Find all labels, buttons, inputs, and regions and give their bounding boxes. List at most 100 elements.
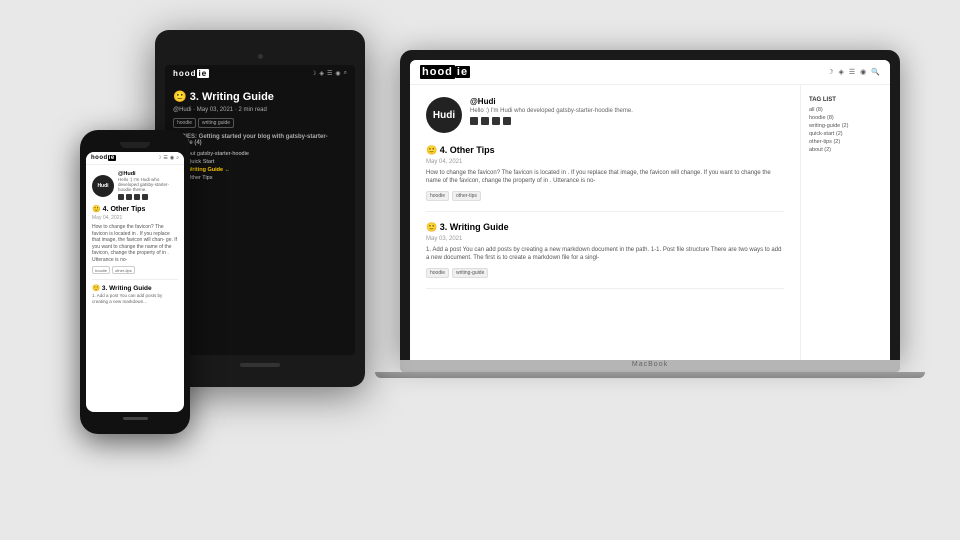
t-search-icon[interactable]: ⌕: [344, 70, 347, 77]
laptop-topbar: hoodie ☽ ◈ ☰ ◉ 🔍: [410, 60, 890, 85]
logo-prefix: hood: [420, 65, 455, 79]
laptop-device: hoodie ☽ ◈ ☰ ◉ 🔍: [400, 50, 900, 378]
laptop-screen-outer: hoodie ☽ ◈ ☰ ◉ 🔍: [400, 50, 900, 360]
facebook-icon[interactable]: [492, 117, 500, 125]
tablet-title-text: Writing Guide: [202, 91, 274, 103]
tablet-screen: hoodie ☽ ◈ ☰ ◉ ⌕ 🙂: [165, 65, 355, 355]
phone-body: Hudi @Hudi Hello :) I'm Hudi who develop…: [86, 165, 184, 412]
phone-logo: hoodie: [91, 155, 116, 161]
p-facebook-icon[interactable]: [134, 194, 140, 200]
tag-other-tips[interactable]: other-tips: [452, 191, 481, 201]
p-twitter-icon[interactable]: [126, 194, 132, 200]
tablet-number: 3.: [190, 91, 199, 103]
phone-post1-emoji: 🙂: [92, 206, 101, 213]
tag2-hoodie[interactable]: hoodie: [426, 268, 449, 278]
tag-other-tips[interactable]: other-tips (2): [809, 139, 882, 145]
p-moon-icon[interactable]: ☽: [157, 155, 161, 161]
series-item-4[interactable]: 4. Other Tips: [173, 174, 347, 182]
phone-post2-emoji: 🙂: [92, 285, 100, 292]
t-list-icon[interactable]: ☰: [327, 70, 332, 77]
post-card-title[interactable]: 🙂 4. Other Tips: [426, 145, 784, 156]
post2-number: 3.: [440, 222, 448, 232]
profile-desc: Hello :) I'm Hudi who developed gatsby-s…: [470, 108, 633, 114]
phone-post1-title-text: Other Tips: [110, 206, 145, 213]
post-card-text: How to change the favicon? The favicon i…: [426, 169, 784, 186]
p-list-icon[interactable]: ☰: [163, 155, 167, 161]
tag-hoodie[interactable]: hoodie: [426, 191, 449, 201]
github-icon[interactable]: [470, 117, 478, 125]
phone-divider: [92, 279, 178, 280]
phone-post2-title[interactable]: 🙂 3. Writing Guide: [92, 284, 178, 292]
phone-logo-suffix: ie: [108, 155, 116, 161]
post-card-other-tips: 🙂 4. Other Tips May 04, 2021 How to chan…: [426, 145, 784, 212]
wifi-icon: ◈: [839, 68, 844, 76]
series-item-3[interactable]: 3. Writing Guide ←: [173, 166, 347, 174]
t-rss-icon: ◉: [335, 70, 340, 77]
p-search-icon[interactable]: ⌕: [176, 155, 179, 161]
avatar: Hudi: [426, 97, 462, 133]
phone-nav: ☽ ☰ ◉ ⌕: [157, 155, 179, 161]
tablet-date-val: May 03, 2021: [197, 107, 233, 113]
tag-about[interactable]: about (2): [809, 147, 882, 153]
t-moon-icon[interactable]: ☽: [311, 70, 316, 77]
tablet-logo: hoodie: [173, 69, 209, 78]
tag2-writing-guide[interactable]: writing-guide: [452, 268, 488, 278]
phone-home-bar: [123, 417, 148, 420]
laptop-nav-icons: ☽ ◈ ☰ ◉ 🔍: [827, 68, 880, 76]
phone-post1-tags: hoodie other-tips: [92, 266, 178, 274]
tablet-read-val: 2 min read: [238, 107, 266, 113]
tablet-tag-hoodie[interactable]: hoodie: [173, 118, 196, 128]
tablet-series-items: About gatsby-starter-hoodie 2. Quick Sta…: [173, 150, 347, 182]
tablet-series-title: SERIES: Getting started your blog with g…: [173, 134, 347, 146]
laptop-main: Hudi @Hudi Hello :) I'm Hudi who develop…: [410, 85, 800, 360]
moon-icon[interactable]: ☽: [827, 68, 833, 76]
scene: hoodie ☽ ◈ ☰ ◉ 🔍: [0, 0, 960, 540]
laptop-sidebar: TAG LIST all (8) hoodie (8) writing-guid…: [800, 85, 890, 360]
tag-writing-guide[interactable]: writing-guide (2): [809, 123, 882, 129]
p-linkedin-icon[interactable]: [142, 194, 148, 200]
post2-text: 1. Add a post You can add posts by creat…: [426, 246, 784, 263]
tablet-tags: hoodie writing guide: [173, 118, 347, 128]
tablet-body: 🙂 3. Writing Guide @Hudi · May 03, 2021 …: [165, 82, 355, 355]
tablet-tag-writing[interactable]: writing guide: [198, 118, 234, 128]
phone-post1-text: How to change the favicon? The favicon i…: [92, 224, 178, 263]
p-rss-icon: ◉: [170, 155, 174, 161]
profile-social: [470, 117, 633, 125]
post-card-title-2[interactable]: 🙂 3. Writing Guide: [426, 222, 784, 233]
post-title-text: Other Tips: [450, 145, 495, 155]
laptop-logo: hoodie: [420, 66, 470, 78]
tag-all[interactable]: all (8): [809, 107, 882, 113]
laptop-bottom: [375, 372, 925, 378]
laptop-label: MacBook: [400, 360, 900, 369]
phone-post1-date: May 04, 2021: [92, 215, 178, 221]
phone-tag-other-tips[interactable]: other-tips: [112, 266, 135, 274]
laptop-browser: hoodie ☽ ◈ ☰ ◉ 🔍: [410, 60, 890, 360]
post2-title-text: Writing Guide: [450, 222, 509, 232]
phone-post1-title[interactable]: 🙂 4. Other Tips: [92, 205, 178, 213]
linkedin-icon[interactable]: [503, 117, 511, 125]
twitter-icon[interactable]: [481, 117, 489, 125]
list-icon[interactable]: ☰: [849, 68, 855, 76]
series-item-1[interactable]: About gatsby-starter-hoodie: [173, 150, 347, 158]
phone-tag-hoodie[interactable]: hoodie: [92, 266, 110, 274]
series-item-2[interactable]: 2. Quick Start: [173, 158, 347, 166]
search-icon[interactable]: 🔍: [871, 68, 880, 76]
laptop-content: Hudi @Hudi Hello :) I'm Hudi who develop…: [410, 85, 890, 360]
tag-hoodie[interactable]: hoodie (8): [809, 115, 882, 121]
phone-topbar: hoodie ☽ ☰ ◉ ⌕: [86, 152, 184, 165]
post-emoji: 🙂: [426, 145, 437, 155]
phone-post2-number: 3.: [102, 285, 107, 292]
p-github-icon[interactable]: [118, 194, 124, 200]
profile-info: @Hudi Hello :) I'm Hudi who developed ga…: [470, 97, 633, 125]
phone-screen: hoodie ☽ ☰ ◉ ⌕ Hudi: [86, 152, 184, 412]
post-card-writing-guide: 🙂 3. Writing Guide May 03, 2021 1. Add a…: [426, 222, 784, 289]
phone-browser: hoodie ☽ ☰ ◉ ⌕ Hudi: [86, 152, 184, 412]
post-tags: hoodie other-tips: [426, 191, 784, 201]
rss-icon: ◉: [860, 68, 866, 76]
laptop-base: MacBook: [400, 360, 900, 372]
tablet-emoji: 🙂: [173, 91, 187, 103]
tablet-nav-icons: ☽ ◈ ☰ ◉ ⌕: [311, 70, 347, 77]
tag-quick-start[interactable]: quick-start (2): [809, 131, 882, 137]
tablet-browser: hoodie ☽ ◈ ☰ ◉ ⌕ 🙂: [165, 65, 355, 355]
tablet-topbar: hoodie ☽ ◈ ☰ ◉ ⌕: [165, 65, 355, 82]
